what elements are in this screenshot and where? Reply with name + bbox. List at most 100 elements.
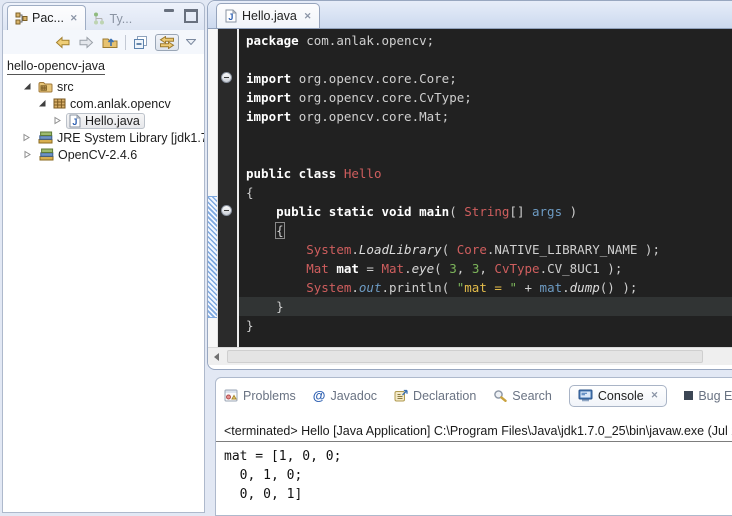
code-line[interactable]: import org.opencv.core.Mat;	[239, 107, 732, 126]
maximize-icon[interactable]	[184, 9, 198, 23]
tree-item-body[interactable]: JRE System Library [jdk1.7.0	[35, 131, 204, 145]
code-area[interactable]: package com.anlak.opencv; import org.open…	[239, 29, 732, 347]
console-panel: Problems @ Javadoc Declaration Search Console…	[215, 377, 732, 516]
tab-console[interactable]: Console ✕	[569, 385, 667, 407]
bug-square-icon	[684, 391, 693, 400]
code-line[interactable]: {	[239, 221, 732, 240]
editor-tab-hello-java[interactable]: J Hello.java ✕	[216, 3, 320, 28]
editor-panel: J Hello.java ✕ package com.anlak.opencv;…	[207, 0, 732, 370]
library-icon	[38, 148, 54, 161]
console-icon	[578, 389, 593, 402]
code-line[interactable]: System.out.println( "mat = " + mat.dump(…	[239, 278, 732, 297]
code-line[interactable]	[239, 145, 732, 164]
link-with-editor-button[interactable]	[155, 34, 179, 51]
expand-arrow-icon[interactable]	[22, 133, 31, 142]
expand-arrow-icon[interactable]	[22, 150, 32, 159]
tree-item-com.anlak.opencv[interactable]: com.anlak.opencv	[3, 95, 204, 112]
tab-label: Console	[598, 389, 644, 403]
tab-declaration[interactable]: Declaration	[394, 389, 476, 403]
tab-label: Pac...	[32, 11, 64, 25]
package-icon	[53, 98, 66, 109]
tab-label: Problems	[243, 389, 296, 403]
tree-rows: src com.anlak.opencv J Hello.java JRE System…	[3, 78, 204, 163]
tab-label: Declaration	[413, 389, 476, 403]
java-file-icon: J	[69, 114, 81, 128]
console-title: <terminated> Hello [Java Application] C:…	[216, 424, 732, 442]
annotation-ruler[interactable]	[208, 29, 218, 347]
svg-text:J: J	[72, 117, 77, 127]
expand-arrow-icon[interactable]	[52, 116, 62, 125]
range-indicator	[208, 196, 217, 318]
tab-javadoc[interactable]: @ Javadoc	[313, 388, 377, 403]
scrollbar-thumb[interactable]	[227, 350, 703, 363]
close-icon[interactable]: ✕	[651, 390, 659, 401]
code-line[interactable]: public static void main( String[] args )	[239, 202, 732, 221]
code-line[interactable]: }	[239, 316, 732, 335]
package-explorer-icon	[15, 12, 28, 25]
tree-item-hello.java[interactable]: J Hello.java	[3, 112, 204, 129]
tab-package-explorer[interactable]: Pac... ✕	[7, 5, 86, 30]
tree-item-body[interactable]: com.anlak.opencv	[51, 97, 175, 111]
tree-item-jre-system-library-jdk1.7.0[interactable]: JRE System Library [jdk1.7.0	[3, 129, 204, 146]
tree-item-body[interactable]: OpenCV-2.4.6	[36, 148, 141, 162]
tree-item-label: Hello.java	[85, 114, 140, 128]
project-root[interactable]: hello-opencv-java	[7, 59, 105, 75]
close-icon[interactable]: ✕	[70, 13, 78, 24]
declaration-icon	[394, 389, 408, 402]
code-line[interactable]: import org.opencv.core.CvType;	[239, 88, 732, 107]
code-line[interactable]: {	[239, 183, 732, 202]
problems-icon	[224, 389, 238, 402]
javadoc-icon: @	[313, 388, 326, 403]
toolbar-separator	[125, 35, 126, 50]
console-output[interactable]: mat = [1, 0, 0; 0, 1, 0; 0, 0, 1]	[216, 447, 732, 504]
tab-label: Javadoc	[330, 389, 377, 403]
code-line[interactable]: }	[239, 297, 732, 316]
tree-item-src[interactable]: src	[3, 78, 204, 95]
java-file-icon: J	[225, 9, 237, 23]
tree-item-body[interactable]: J Hello.java	[66, 113, 145, 129]
tab-label: Bug Explorer	[698, 389, 732, 403]
code-line[interactable]: Mat mat = Mat.eye( 3, 3, CvType.CV_8UC1 …	[239, 259, 732, 278]
scroll-left-arrow-icon[interactable]	[208, 349, 224, 365]
tab-label: Search	[512, 389, 552, 403]
tab-problems[interactable]: Problems	[224, 389, 296, 403]
collapse-all-button[interactable]	[133, 35, 148, 49]
tree-item-opencv-2.4.6[interactable]: OpenCV-2.4.6	[3, 146, 204, 163]
fold-collapse-icon[interactable]	[221, 205, 232, 216]
editor-tab-bar: J Hello.java ✕	[208, 1, 732, 29]
fold-gutter[interactable]	[218, 29, 239, 347]
tab-type-hierarchy[interactable]: Ty...	[86, 7, 140, 30]
code-line[interactable]: package com.anlak.opencv;	[239, 31, 732, 50]
tab-search[interactable]: Search	[493, 389, 552, 403]
collapse-arrow-icon[interactable]	[37, 99, 47, 108]
go-up-button[interactable]	[102, 35, 118, 49]
back-button[interactable]	[54, 36, 71, 49]
tab-label: Ty...	[110, 12, 133, 26]
code-line[interactable]: public class Hello	[239, 164, 732, 183]
minimize-icon[interactable]	[164, 9, 174, 12]
project-tree: hello-opencv-java src com.anlak.opencv J He…	[3, 54, 204, 163]
code-line[interactable]	[239, 50, 732, 69]
code-line[interactable]: import org.opencv.core.Core;	[239, 69, 732, 88]
fold-collapse-icon[interactable]	[221, 72, 232, 83]
forward-button[interactable]	[78, 36, 95, 49]
close-icon[interactable]: ✕	[304, 11, 312, 22]
view-menu-button[interactable]	[186, 39, 196, 45]
horizontal-scrollbar[interactable]	[208, 347, 732, 365]
code-line[interactable]: System.LoadLibrary( Core.NATIVE_LIBRARY_…	[239, 240, 732, 259]
search-icon	[493, 389, 507, 402]
tree-item-label: OpenCV-2.4.6	[58, 148, 137, 162]
tree-item-label: com.anlak.opencv	[70, 97, 171, 111]
tab-bug-explorer[interactable]: Bug Explorer	[684, 389, 732, 403]
explorer-tab-bar: Pac... ✕ Ty...	[3, 3, 204, 30]
tree-item-body[interactable]: src	[36, 80, 78, 94]
tab-label: Hello.java	[242, 9, 297, 23]
library-icon	[37, 131, 53, 144]
scrollbar-track[interactable]	[227, 350, 732, 363]
collapse-arrow-icon[interactable]	[22, 82, 32, 91]
svg-text:J: J	[228, 12, 233, 22]
explorer-toolbar	[3, 30, 204, 54]
type-hierarchy-icon	[93, 12, 106, 25]
editor-content: package com.anlak.opencv; import org.open…	[208, 29, 732, 347]
code-line[interactable]	[239, 126, 732, 145]
